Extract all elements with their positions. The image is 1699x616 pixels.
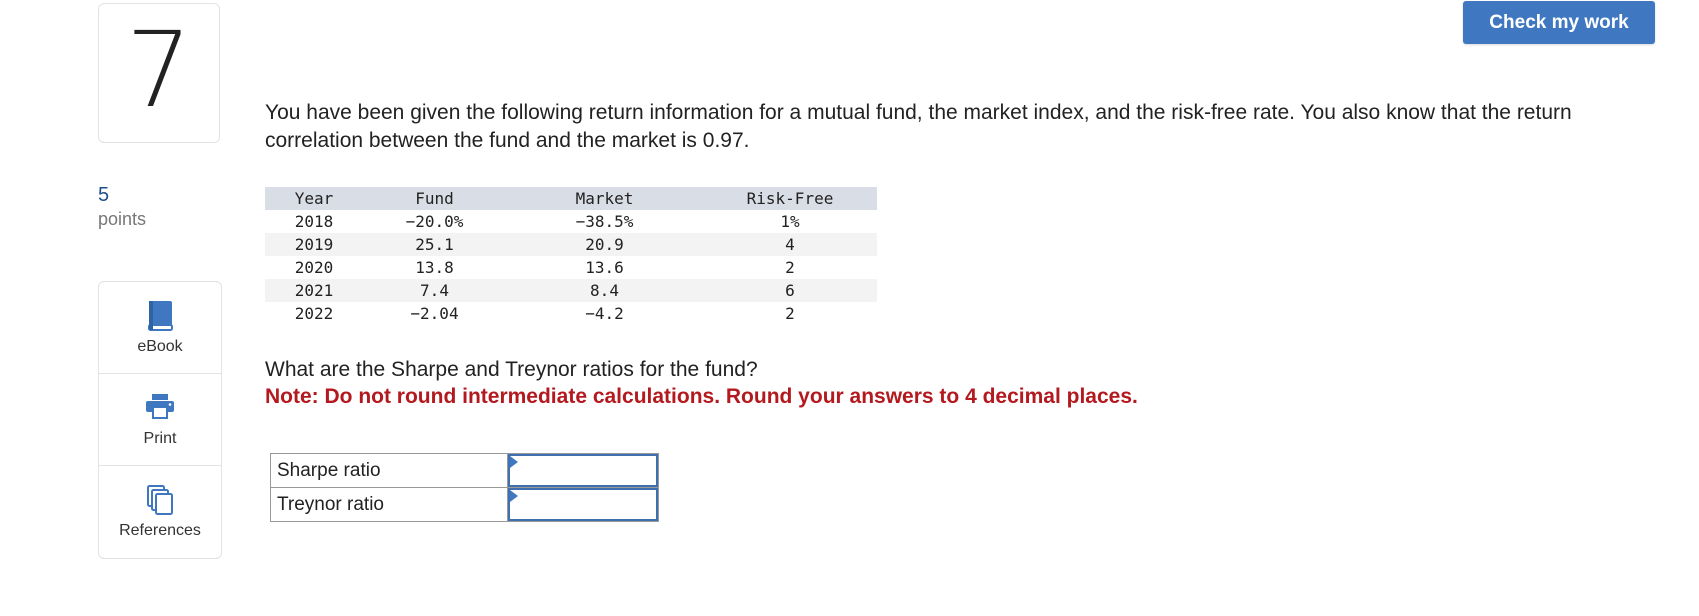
returns-table: Year Fund Market Risk-Free 2018 −20.0% −… [265, 187, 877, 325]
cell-market: −38.5% [575, 212, 634, 231]
header-market: Market [506, 187, 703, 210]
question-number: 7 [125, 9, 193, 131]
cell-market: 20.9 [506, 233, 703, 256]
copy-icon [99, 484, 221, 518]
sharpe-ratio-label: Sharpe ratio [270, 453, 508, 488]
cell-market: 8.4 [506, 279, 703, 302]
table-row: 2020 13.8 13.6 2 [265, 256, 877, 279]
header-fund: Fund [363, 187, 506, 210]
table-row: 2022 −2.04 −4.2 2 [265, 302, 877, 325]
cell-year: 2018 [294, 212, 334, 231]
cell-fund: 13.8 [415, 258, 454, 277]
cell-fund: 25.1 [363, 233, 506, 256]
answer-table: Sharpe ratio Treynor ratio [270, 453, 659, 522]
cell-risk-free: 4 [703, 233, 877, 256]
cell-risk-free: 6 [703, 279, 877, 302]
cell-risk-free: 2 [785, 258, 795, 277]
table-row: 2019 25.1 20.9 4 [265, 233, 877, 256]
cell-year: 2020 [294, 258, 334, 277]
answer-row-treynor: Treynor ratio [270, 487, 659, 522]
question-text: You have been given the following return… [265, 101, 1572, 152]
sharpe-ratio-cell [507, 453, 659, 488]
tools-panel: eBook Print References [98, 281, 222, 559]
input-marker-icon [510, 456, 518, 468]
printer-icon [99, 392, 221, 426]
sharpe-ratio-input[interactable] [508, 454, 658, 487]
references-label: References [119, 522, 201, 539]
cell-year: 2021 [265, 279, 363, 302]
points-label: points [98, 209, 147, 229]
references-button[interactable]: References [99, 466, 221, 558]
input-marker-icon [510, 490, 518, 502]
points-info: 5 points [98, 183, 146, 231]
table-row: 2021 7.4 8.4 6 [265, 279, 877, 302]
header-risk-free: Risk-Free [703, 187, 877, 210]
header-year: Year [265, 187, 363, 210]
cell-year: 2019 [265, 233, 363, 256]
cell-risk-free: 1% [780, 212, 800, 231]
treynor-ratio-input[interactable] [508, 488, 658, 521]
treynor-ratio-label: Treynor ratio [270, 487, 508, 522]
print-label: Print [143, 430, 177, 447]
cell-market: −4.2 [585, 304, 624, 323]
cell-risk-free: 2 [785, 304, 795, 323]
table-header-row: Year Fund Market Risk-Free [265, 187, 877, 210]
cell-year: 2022 [294, 304, 334, 323]
cell-fund: −2.04 [410, 304, 459, 323]
treynor-ratio-cell [507, 487, 659, 522]
question-prompt: What are the Sharpe and Treynor ratios f… [265, 358, 758, 381]
ebook-label: eBook [137, 338, 183, 355]
cell-fund: 7.4 [363, 279, 506, 302]
rounding-note: Note: Do not round intermediate calculat… [265, 385, 1138, 408]
answer-row-sharpe: Sharpe ratio [270, 453, 659, 488]
check-my-work-button[interactable]: Check my work [1463, 1, 1655, 44]
ebook-button[interactable]: eBook [99, 282, 221, 374]
question-number-box: 7 [98, 3, 220, 143]
table-row: 2018 −20.0% −38.5% 1% [265, 210, 877, 233]
print-button[interactable]: Print [99, 374, 221, 466]
book-icon [99, 300, 221, 334]
cell-market: 13.6 [585, 258, 624, 277]
points-value: 5 [98, 184, 110, 206]
cell-fund: −20.0% [405, 212, 464, 231]
